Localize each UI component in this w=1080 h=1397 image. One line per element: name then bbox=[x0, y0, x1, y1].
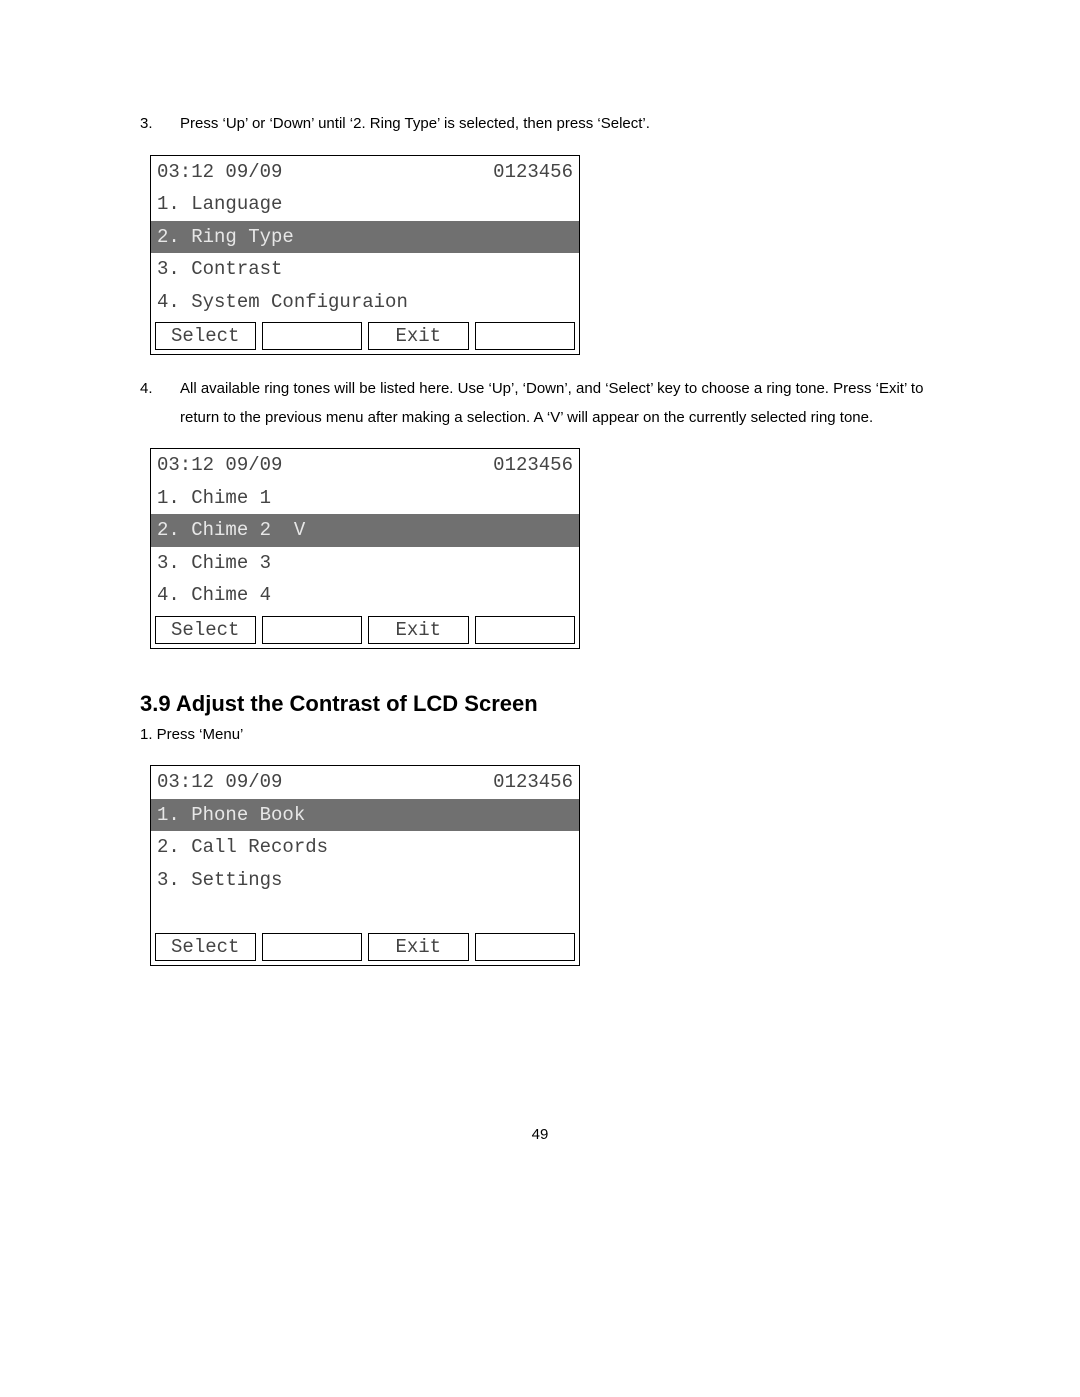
lcd-header: 03:12 09/09 0123456 bbox=[151, 766, 579, 799]
lcd-header: 03:12 09/09 0123456 bbox=[151, 156, 579, 189]
menu-item-system-config: 4. System Configuraion bbox=[151, 286, 579, 319]
lcd-screen-main-menu: 03:12 09/09 0123456 1. Phone Book 2. Cal… bbox=[150, 765, 580, 966]
menu-item-chime-2-selected: 2. Chime 2 V bbox=[151, 514, 579, 547]
menu-item-ring-type-selected: 2. Ring Type bbox=[151, 221, 579, 254]
softkey-exit: Exit bbox=[368, 933, 469, 961]
menu-item-chime-1: 1. Chime 1 bbox=[151, 482, 579, 515]
step-3-text: Press ‘Up’ or ‘Down’ until ‘2. Ring Type… bbox=[180, 110, 940, 139]
softkey-blank-1 bbox=[262, 616, 363, 644]
softkey-blank-2 bbox=[475, 322, 576, 350]
menu-item-chime-3: 3. Chime 3 bbox=[151, 547, 579, 580]
softkey-row: Select Exit bbox=[151, 318, 579, 354]
softkey-blank-2 bbox=[475, 616, 576, 644]
softkey-blank-2 bbox=[475, 933, 576, 961]
lcd-time: 03:12 09/09 bbox=[157, 768, 282, 797]
menu-item-call-records: 2. Call Records bbox=[151, 831, 579, 864]
lcd-time: 03:12 09/09 bbox=[157, 451, 282, 480]
softkey-exit: Exit bbox=[368, 616, 469, 644]
softkey-blank-1 bbox=[262, 933, 363, 961]
softkey-row: Select Exit bbox=[151, 612, 579, 648]
menu-item-language: 1. Language bbox=[151, 188, 579, 221]
menu-item-settings: 3. Settings bbox=[151, 864, 579, 897]
menu-item-blank-line bbox=[151, 896, 579, 929]
menu-item-phone-book-selected: 1. Phone Book bbox=[151, 799, 579, 832]
manual-page: 3. Press ‘Up’ or ‘Down’ until ‘2. Ring T… bbox=[0, 0, 1080, 1183]
step-4-number: 4. bbox=[140, 375, 180, 404]
lcd-screen-settings-menu: 03:12 09/09 0123456 1. Language 2. Ring … bbox=[150, 155, 580, 356]
step-4-text: All available ring tones will be listed … bbox=[180, 375, 940, 432]
lcd-header: 03:12 09/09 0123456 bbox=[151, 449, 579, 482]
softkey-select: Select bbox=[155, 933, 256, 961]
menu-item-contrast: 3. Contrast bbox=[151, 253, 579, 286]
softkey-row: Select Exit bbox=[151, 929, 579, 965]
softkey-select: Select bbox=[155, 322, 256, 350]
softkey-exit: Exit bbox=[368, 322, 469, 350]
softkey-select: Select bbox=[155, 616, 256, 644]
lcd-time: 03:12 09/09 bbox=[157, 158, 282, 187]
menu-item-chime-4: 4. Chime 4 bbox=[151, 579, 579, 612]
step-4: 4. All available ring tones will be list… bbox=[140, 375, 940, 432]
lcd-id: 0123456 bbox=[493, 451, 573, 480]
softkey-blank-1 bbox=[262, 322, 363, 350]
lcd-id: 0123456 bbox=[493, 768, 573, 797]
section-heading-3-9: 3.9 Adjust the Contrast of LCD Screen bbox=[140, 691, 940, 717]
step-3-number: 3. bbox=[140, 110, 180, 139]
step-1-press-menu: 1. Press ‘Menu’ bbox=[140, 721, 940, 750]
step-3: 3. Press ‘Up’ or ‘Down’ until ‘2. Ring T… bbox=[140, 110, 940, 139]
lcd-screen-ring-tone-list: 03:12 09/09 0123456 1. Chime 1 2. Chime … bbox=[150, 448, 580, 649]
page-number: 49 bbox=[140, 1126, 940, 1143]
lcd-id: 0123456 bbox=[493, 158, 573, 187]
